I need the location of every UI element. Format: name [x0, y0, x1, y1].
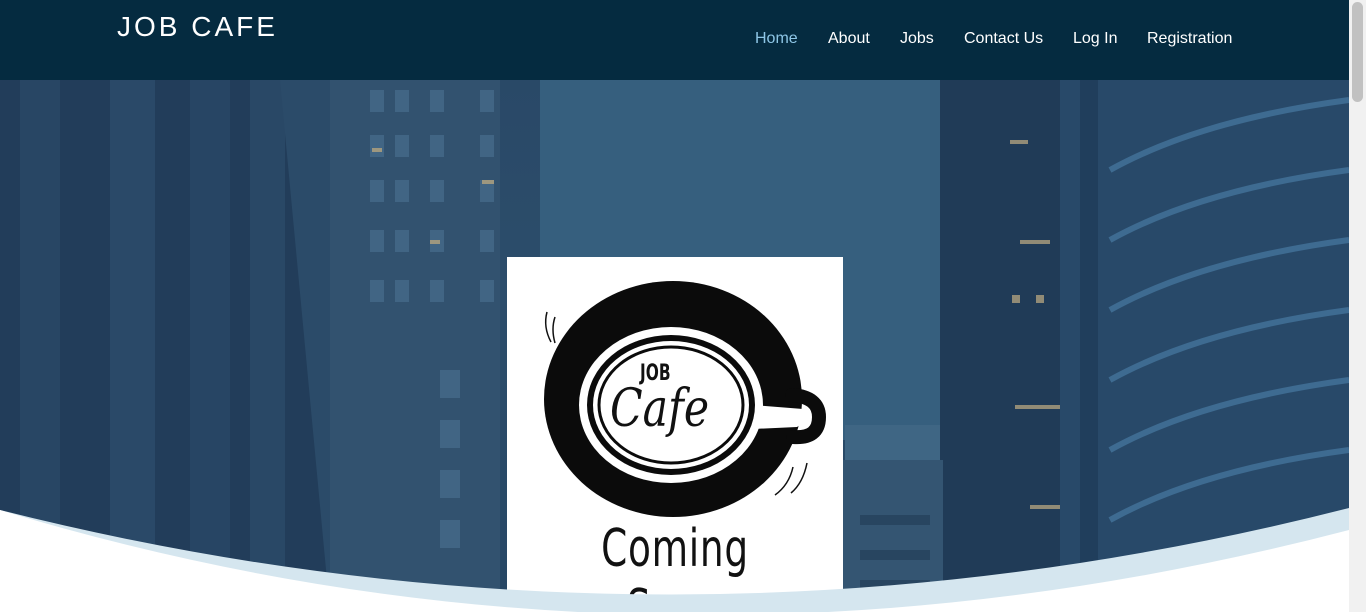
nav-contact-us-link[interactable]: Contact Us [964, 30, 1043, 48]
logo-cafe-text: Cafe [610, 379, 710, 439]
page-scrollbar[interactable] [1349, 0, 1366, 612]
main-nav: Home About Jobs Contact Us Log In Regist… [0, 30, 1349, 50]
header-navbar: JOB CAFE Home About Jobs Contact Us Log … [0, 0, 1349, 80]
nav-home-link[interactable]: Home [755, 30, 798, 48]
scrollbar-thumb[interactable] [1352, 2, 1363, 102]
nav-jobs-link[interactable]: Jobs [900, 30, 934, 48]
hero-bottom-wave [0, 508, 1349, 612]
nav-registration-link[interactable]: Registration [1147, 30, 1232, 48]
nav-log-in-link[interactable]: Log In [1073, 30, 1117, 48]
page: JOB CAFE Home About Jobs Contact Us Log … [0, 0, 1349, 612]
nav-about-link[interactable]: About [828, 30, 870, 48]
